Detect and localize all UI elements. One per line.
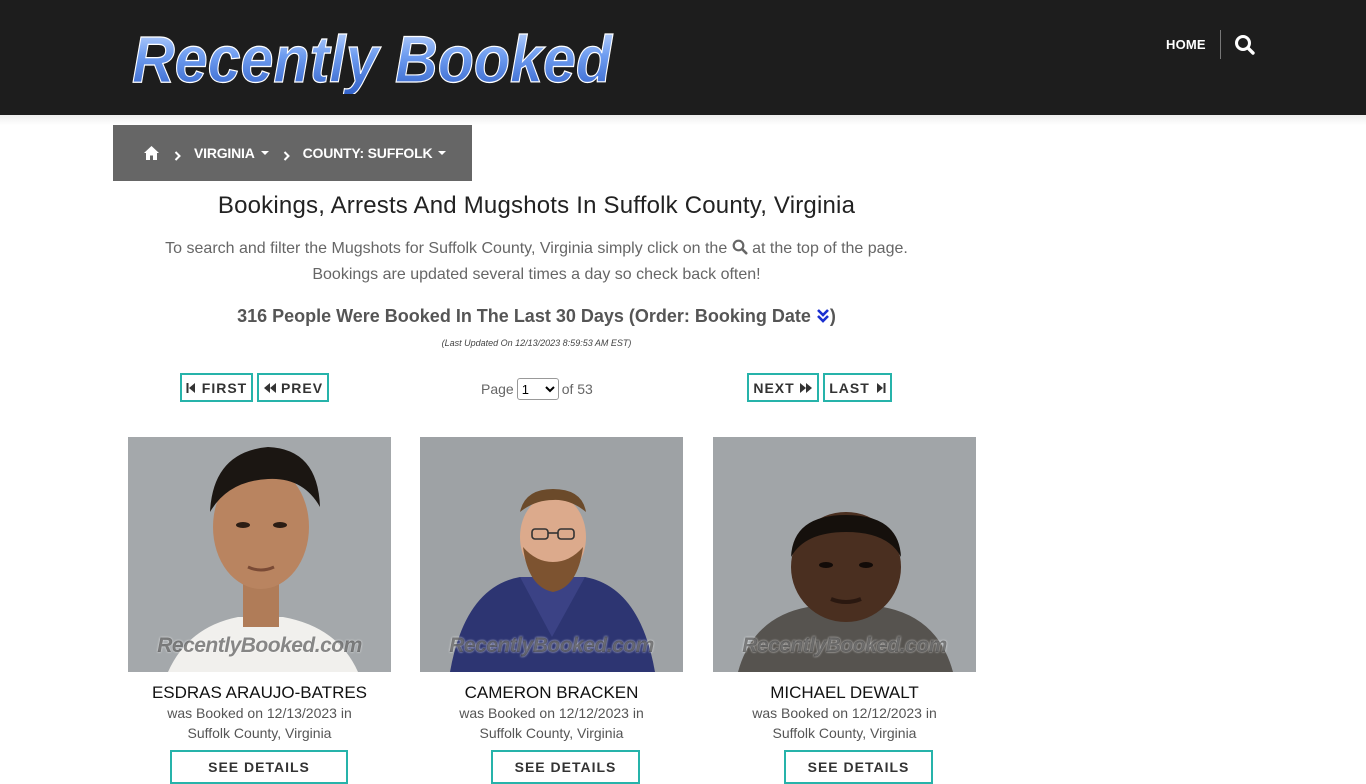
- booking-info: was Booked on 12/13/2023 in Suffolk Coun…: [145, 703, 375, 743]
- site-logo[interactable]: Recently Booked: [128, 18, 618, 94]
- booking-count-text: 316 People Were Booked In The Last 30 Da…: [237, 306, 811, 326]
- booking-info: was Booked on 12/12/2023 in Suffolk Coun…: [437, 703, 667, 743]
- breadcrumb: VIRGINIA COUNTY: SUFFOLK: [113, 125, 472, 181]
- next-page-button[interactable]: NEXT: [747, 373, 819, 402]
- see-details-button[interactable]: SEE DETAILS: [491, 750, 640, 784]
- step-backward-icon: [186, 382, 195, 393]
- booking-info: was Booked on 12/12/2023 in Suffolk Coun…: [730, 703, 960, 743]
- page-select[interactable]: 1: [516, 378, 559, 400]
- home-icon[interactable]: [143, 145, 160, 161]
- intro-text: To search and filter the Mugshots for Su…: [113, 236, 960, 288]
- see-details-button[interactable]: SEE DETAILS: [170, 750, 348, 784]
- prev-page-button[interactable]: PREV: [257, 373, 329, 402]
- caret-down-icon: [438, 151, 447, 155]
- last-page-button[interactable]: LAST: [823, 373, 892, 402]
- nav-home-link[interactable]: HOME: [1166, 36, 1206, 54]
- mugshot-photo[interactable]: RecentlyBooked.com: [713, 437, 976, 672]
- chevron-right-icon: [174, 148, 181, 161]
- nav-divider: [1220, 30, 1221, 59]
- forward-icon: [799, 382, 812, 393]
- page-total: of 53: [561, 381, 593, 397]
- person-name[interactable]: CAMERON BRACKEN: [420, 683, 683, 703]
- intro-line1-before: To search and filter the Mugshots for Su…: [165, 240, 728, 257]
- prev-page-label: PREV: [280, 379, 324, 396]
- booking-card[interactable]: RecentlyBooked.com CAMERON BRACKEN was B…: [420, 437, 683, 784]
- breadcrumb-county-dropdown[interactable]: COUNTY: SUFFOLK: [303, 145, 447, 161]
- booking-location: Suffolk County, Virginia: [479, 725, 624, 741]
- search-icon: [732, 238, 748, 255]
- photo-watermark: RecentlyBooked.com: [449, 634, 654, 657]
- next-page-label: NEXT: [753, 379, 795, 396]
- first-page-button[interactable]: FIRST: [180, 373, 253, 402]
- page-selector: Page 1 of 53: [481, 378, 593, 400]
- last-updated-text: (Last Updated On 12/13/2023 8:59:53 AM E…: [441, 338, 632, 348]
- booked-line: was Booked on 12/13/2023 in: [167, 705, 352, 721]
- person-name[interactable]: MICHAEL DEWALT: [713, 683, 976, 703]
- breadcrumb-state-label: VIRGINIA: [194, 145, 255, 161]
- booked-line: was Booked on 12/12/2023 in: [752, 705, 937, 721]
- mugshot-photo[interactable]: RecentlyBooked.com: [128, 437, 391, 672]
- logo-text: Recently Booked: [132, 22, 614, 94]
- page-title: Bookings, Arrests And Mugshots In Suffol…: [217, 192, 856, 219]
- backward-icon: [263, 382, 276, 393]
- sort-order-icon[interactable]: [816, 305, 830, 323]
- photo-watermark: RecentlyBooked.com: [742, 634, 947, 657]
- photo-watermark: RecentlyBooked.com: [157, 634, 362, 657]
- first-page-label: FIRST: [201, 379, 248, 396]
- intro-line2: Bookings are updated several times a day…: [312, 266, 761, 283]
- see-details-button[interactable]: SEE DETAILS: [784, 750, 933, 784]
- booking-count-close: ): [829, 306, 836, 326]
- mugshot-photo[interactable]: RecentlyBooked.com: [420, 437, 683, 672]
- page-label: Page: [481, 381, 514, 397]
- site-header: Recently Booked HOME: [0, 0, 1366, 115]
- booked-line: was Booked on 12/12/2023 in: [459, 705, 644, 721]
- last-page-label: LAST: [829, 379, 870, 396]
- booking-count-heading: 316 People Were Booked In The Last 30 Da…: [113, 303, 960, 329]
- header-shadow: [0, 115, 1366, 125]
- caret-down-icon: [260, 151, 269, 155]
- breadcrumb-state-dropdown[interactable]: VIRGINIA: [194, 145, 269, 161]
- step-forward-icon: [876, 382, 886, 393]
- booking-location: Suffolk County, Virginia: [187, 725, 332, 741]
- booking-card[interactable]: RecentlyBooked.com MICHAEL DEWALT was Bo…: [713, 437, 976, 784]
- person-name[interactable]: ESDRAS ARAUJO-BATRES: [128, 683, 391, 703]
- chevron-right-icon: [283, 148, 290, 161]
- breadcrumb-county-label: COUNTY: SUFFOLK: [302, 145, 433, 161]
- intro-line1-after: at the top of the page.: [752, 240, 908, 257]
- booking-location: Suffolk County, Virginia: [772, 725, 917, 741]
- booking-card[interactable]: RecentlyBooked.com ESDRAS ARAUJO-BATRES …: [128, 437, 391, 784]
- search-icon[interactable]: [1234, 34, 1256, 56]
